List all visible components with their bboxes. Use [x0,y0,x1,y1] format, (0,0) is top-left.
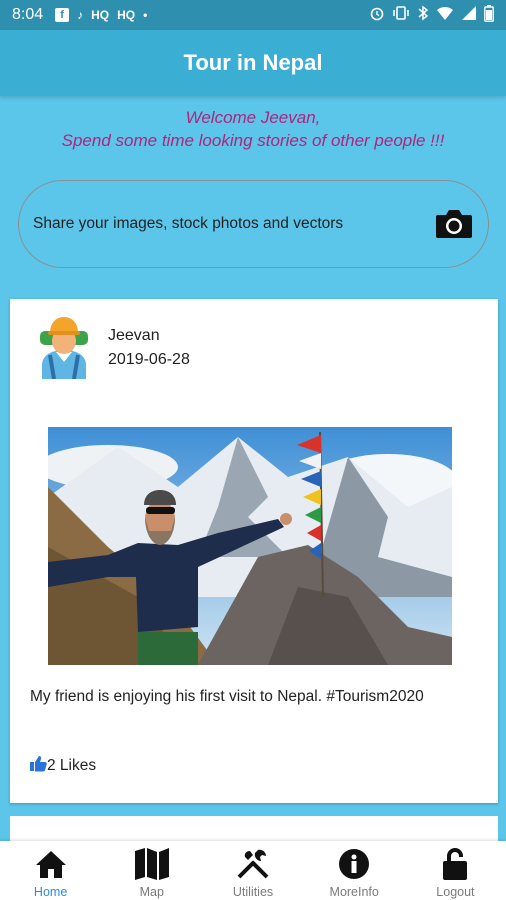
welcome-message: Welcome Jeevan, Spend some time looking … [0,106,506,152]
nav-home[interactable]: Home [0,841,101,900]
alarm-icon [369,5,385,25]
hq-icon: HQ [91,8,110,22]
app-title: Tour in Nepal [183,50,323,75]
tiktok-icon: ♪ [77,8,84,22]
nav-home-label: Home [33,885,68,899]
nav-utilities[interactable]: Utilities [202,841,303,900]
signal-icon [461,5,477,25]
share-prompt: Share your images, stock photos and vect… [33,215,344,232]
status-time: 8:04 [12,6,44,23]
app-bar: Tour in Nepal [0,30,506,96]
status-bar: 8:04 f ♪ HQ HQ • [0,0,506,30]
nav-logout[interactable]: Logout [405,841,506,900]
nav-logout-label: Logout [436,885,475,899]
thumbs-up-icon [30,755,47,777]
post-date: 2019-06-28 [108,351,190,368]
camera-icon[interactable] [434,207,474,241]
nav-map-label: Map [139,885,164,899]
welcome-line-1: Welcome Jeevan, [185,108,321,127]
hq-icon: HQ [117,8,136,22]
bottom-navigation: Home Map Utilities MoreInfo Logout [0,841,506,900]
like-button[interactable]: 2 Likes [30,755,96,777]
nav-moreinfo[interactable]: MoreInfo [304,841,405,900]
likes-count: 2 Likes [47,757,97,774]
vibrate-icon [392,5,410,25]
nav-utilities-label: Utilities [232,885,274,899]
info-icon [336,847,372,881]
bluetooth-icon [417,5,429,25]
home-icon [33,847,69,881]
tools-icon [235,847,271,881]
post-card: Jeevan 2019-06-28 My friend is enjoying … [10,299,498,803]
post-caption: My friend is enjoying his first visit to… [30,688,424,705]
map-icon [134,847,170,881]
post-username: Jeevan [108,327,160,344]
battery-icon [484,4,494,26]
post-photo[interactable] [48,427,452,665]
wifi-icon [436,5,454,25]
nav-moreinfo-label: MoreInfo [329,885,379,899]
avatar [34,313,94,380]
dot-icon: • [143,8,148,22]
share-post-box[interactable]: Share your images, stock photos and vect… [18,180,489,268]
nav-map[interactable]: Map [101,841,202,900]
facebook-icon: f [55,8,70,22]
unlock-icon [437,847,473,881]
welcome-line-2: Spend some time looking stories of other… [61,131,445,150]
